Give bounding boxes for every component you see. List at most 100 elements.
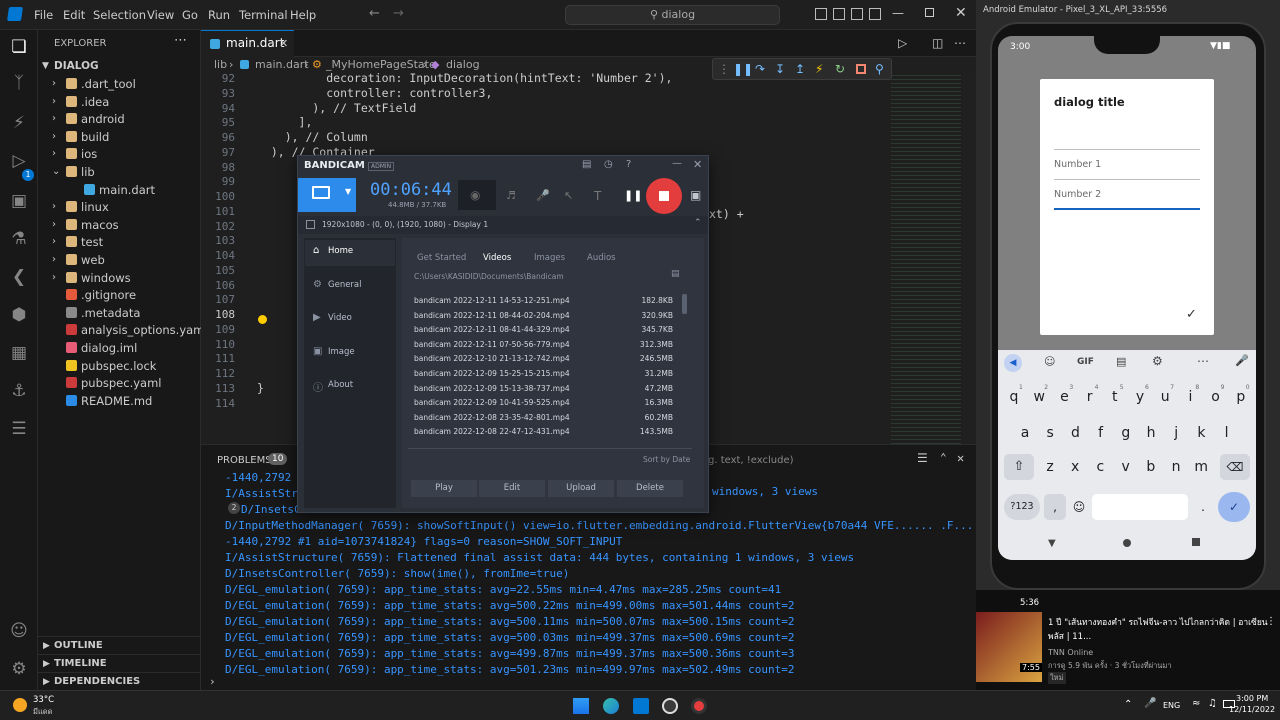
tree-item[interactable]: analysis_options.yaml [38, 321, 208, 339]
back-arrow-icon[interactable]: ← [369, 6, 380, 21]
vscode-taskbar-icon[interactable] [633, 698, 649, 714]
voice-input-icon[interactable]: 🎤 [1235, 354, 1249, 367]
menu-edit[interactable]: Edit [63, 8, 85, 22]
nav-recents-icon[interactable] [1192, 538, 1200, 546]
remote-explorer-icon[interactable]: ▣ [8, 190, 30, 212]
weather-icon[interactable] [13, 698, 27, 712]
stop-icon[interactable] [856, 64, 866, 74]
start-icon[interactable] [573, 698, 589, 714]
menu-selection[interactable]: Selection [93, 8, 146, 22]
key-m[interactable]: m [1190, 454, 1212, 480]
key-v[interactable]: v [1115, 454, 1137, 480]
collapse-icon[interactable]: ⌃ [694, 218, 702, 228]
tab-get-started[interactable]: Get Started [417, 253, 466, 263]
tree-item[interactable]: › web [38, 251, 201, 269]
breadcrumb-method[interactable]: dialog [446, 57, 480, 72]
tab-main-dart[interactable]: main.dart ✕ [201, 30, 294, 57]
collapse-keyboard-icon[interactable]: ◀ [1004, 354, 1022, 372]
tree-item[interactable]: README.md [38, 392, 201, 410]
confirm-check-icon[interactable]: ✓ [1186, 307, 1197, 322]
wifi-icon[interactable]: ≈ [1192, 698, 1200, 709]
speaker-icon[interactable]: ♬ [506, 189, 516, 202]
nav-image[interactable]: Image [328, 347, 355, 357]
step-into-icon[interactable]: ↧ [775, 62, 785, 76]
breadcrumb-lib[interactable]: lib [214, 57, 227, 72]
wrap-lines-icon[interactable]: ☰ [917, 451, 928, 465]
file-name[interactable]: bandicam 2022-12-10 21-13-12-742.mp4 [414, 354, 570, 363]
tree-item[interactable]: › .dart_tool [38, 75, 201, 93]
terminal-prompt-icon[interactable]: › [209, 675, 216, 688]
mic-tray-icon[interactable]: 🎤 [1144, 698, 1156, 709]
key-b[interactable]: b [1140, 454, 1162, 480]
extensions-ext-icon[interactable]: ⬢ [8, 304, 30, 326]
clipboard-icon[interactable]: ▤ [1116, 355, 1126, 368]
display-checkbox[interactable] [306, 220, 315, 229]
dependencies-section[interactable]: ▶ DEPENDENCIES [38, 672, 201, 690]
edge-icon[interactable] [603, 698, 619, 714]
file-name[interactable]: bandicam 2022-12-11 08-44-02-204.mp4 [414, 311, 570, 320]
menu-go[interactable]: Go [182, 8, 198, 22]
minimize-icon[interactable]: — [672, 158, 682, 169]
file-name[interactable]: bandicam 2022-12-11 14-53-12-251.mp4 [414, 296, 570, 305]
tree-item[interactable]: › .idea [38, 93, 201, 111]
close-tab-icon[interactable]: ✕ [279, 31, 288, 56]
run-dropdown-icon[interactable]: ▷ [898, 36, 907, 50]
key-j[interactable]: j [1165, 420, 1187, 446]
tree-item[interactable]: › windows [38, 269, 201, 287]
folder-icon[interactable]: ▤ [582, 159, 591, 170]
help-icon[interactable]: ? [626, 159, 631, 170]
key-x[interactable]: x [1064, 454, 1086, 480]
edit-button[interactable]: Edit [479, 480, 545, 497]
text-field-1[interactable] [1054, 149, 1200, 150]
comma-key[interactable]: , [1044, 494, 1066, 520]
emoji-key[interactable]: ☺ [1068, 494, 1090, 520]
tab-images[interactable]: Images [534, 253, 565, 263]
nav-general[interactable]: General [328, 280, 362, 290]
tree-item[interactable]: › linux [38, 198, 201, 216]
nav-home[interactable]: Home [328, 246, 353, 256]
maximize-window-icon[interactable] [925, 8, 934, 17]
close-icon[interactable]: ✕ [693, 158, 702, 171]
tree-item[interactable]: › build [38, 128, 201, 146]
tree-item[interactable]: .gitignore [38, 286, 201, 304]
field1-hint[interactable]: Number 1 [1054, 159, 1101, 170]
file-name[interactable]: bandicam 2022-12-08 22-47-12-431.mp4 [414, 427, 570, 436]
video-menu-icon[interactable]: ⋮ [1266, 616, 1276, 627]
file-name[interactable]: bandicam 2022-12-09 10-41-59-525.mp4 [414, 398, 570, 407]
file-name[interactable]: bandicam 2022-12-09 15-25-15-215.mp4 [414, 369, 570, 378]
hot-reload-icon[interactable]: ⚡ [815, 62, 823, 76]
key-s[interactable]: s [1039, 420, 1061, 446]
extensions-icon[interactable]: ▦ [8, 342, 30, 364]
clock-icon[interactable]: ◷ [604, 159, 613, 170]
tray-chevron-icon[interactable]: ⌃ [1124, 699, 1132, 710]
tab-audios[interactable]: Audios [587, 253, 616, 263]
debug-icon[interactable]: ⚡ [8, 112, 30, 134]
close-window-icon[interactable]: ✕ [955, 5, 967, 21]
mic-icon[interactable]: 🎤 [536, 189, 550, 202]
key-n[interactable]: n [1165, 454, 1187, 480]
menu-file[interactable]: File [34, 8, 53, 22]
timeline-section[interactable]: ▶ TIMELINE [38, 654, 201, 672]
key-l[interactable]: l [1216, 420, 1238, 446]
toggle-panel-icon[interactable] [833, 8, 845, 20]
file-name[interactable]: bandicam 2022-12-11 08-41-44-329.mp4 [414, 325, 570, 334]
key-c[interactable]: c [1089, 454, 1111, 480]
source-control-icon[interactable]: ᛉ [8, 72, 30, 94]
delete-button[interactable]: Delete [617, 480, 683, 497]
mouse-icon[interactable]: ↖ [564, 189, 573, 202]
key-f[interactable]: f [1090, 420, 1112, 446]
nav-home-icon[interactable] [1123, 539, 1131, 547]
clock-date[interactable]: 12/11/2022 [1229, 705, 1275, 714]
sticker-icon[interactable]: ☺ [1044, 355, 1055, 368]
more-actions-icon[interactable]: ⋯ [174, 33, 187, 48]
period-key[interactable]: . [1194, 494, 1212, 520]
nav-back-icon[interactable]: ▼ [1048, 538, 1056, 549]
stop-record-button[interactable] [646, 178, 682, 214]
toggle-sidebar-icon[interactable] [815, 8, 827, 20]
forward-arrow-icon[interactable]: → [393, 6, 404, 21]
split-editor-icon[interactable]: ◫ [932, 36, 943, 50]
tree-item[interactable]: pubspec.yaml [38, 374, 201, 392]
file-name[interactable]: bandicam 2022-12-08 23-35-42-801.mp4 [414, 413, 570, 422]
bandicam-taskbar-icon[interactable] [691, 698, 707, 714]
minimize-window-icon[interactable]: — [892, 6, 904, 20]
